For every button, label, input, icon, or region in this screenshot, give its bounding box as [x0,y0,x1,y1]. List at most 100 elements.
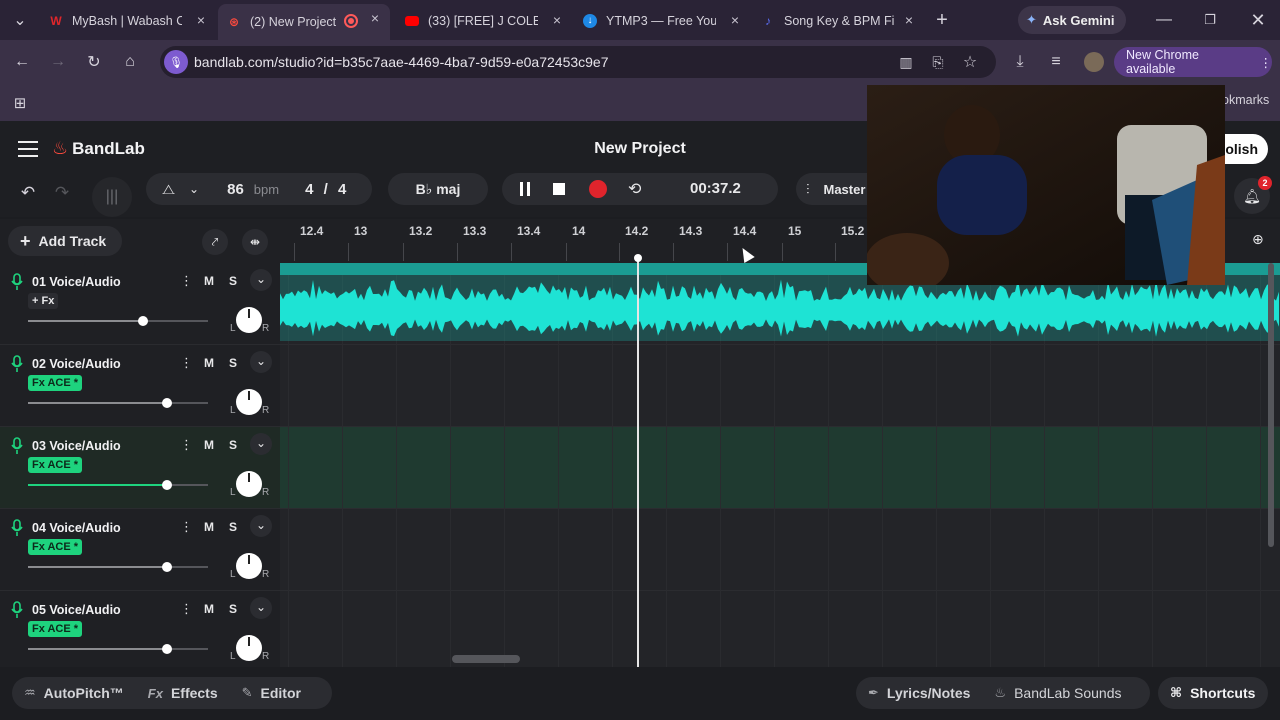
fx-badge[interactable]: Fx ACE * [28,457,83,473]
close-tab-icon[interactable]: × [728,13,742,27]
key-selector[interactable]: B♭ maj [388,173,488,205]
vertical-scrollbar[interactable] [1268,263,1274,547]
solo-button[interactable]: S [223,435,243,455]
track-name[interactable]: 04 Voice/Audio [32,521,121,535]
track-options-icon[interactable]: ⋮ [180,437,193,453]
tab-ytmp3[interactable]: ↓ YTMP3 — Free YouT × [574,6,750,36]
shortcuts-button[interactable]: ⌘ Shortcuts [1158,677,1268,709]
tab-search-chevron-icon[interactable]: ⌄ [8,8,32,32]
track-header[interactable]: 01 Voice/Audio ⋮ M S ⌄ + Fx L R [0,263,280,345]
downloads-icon[interactable]: ⤓ [1008,50,1032,74]
bandlab-logo[interactable]: ♨ BandLab [52,138,145,159]
track-name[interactable]: 03 Voice/Audio [32,439,121,453]
track-lane[interactable] [280,427,1280,509]
effects-button[interactable]: Fx Effects [136,685,230,701]
close-tab-icon[interactable]: × [368,11,382,25]
undo-icon[interactable]: ↶ [16,181,40,205]
instruments-icon[interactable]: ||| [92,177,132,217]
track-header[interactable]: 05 Voice/Audio ⋮ M S ⌄ Fx ACE * L R [0,591,280,673]
track-header[interactable]: 03 Voice/Audio ⋮ M S ⌄ Fx ACE * L R [0,427,280,509]
track-options-icon[interactable]: ⋮ [180,273,193,289]
fx-badge[interactable]: + Fx [28,293,59,309]
metronome-icon[interactable]: ⧍ [162,181,175,198]
add-track-button[interactable]: + Add Track [8,226,122,256]
new-tab-icon[interactable]: + [930,8,954,32]
new-chrome-available-button[interactable]: New Chrome available ⋮ [1114,47,1272,77]
mute-button[interactable]: M [199,271,219,291]
close-tab-icon[interactable]: × [902,13,916,27]
home-icon[interactable]: ⌂ [118,50,142,74]
mute-button[interactable]: M [199,599,219,619]
record-button[interactable] [589,180,607,198]
tab-mybash[interactable]: W MyBash | Wabash C × [40,6,216,36]
pan-knob[interactable] [236,553,262,579]
back-icon[interactable]: ← [10,50,34,74]
site-info-icon[interactable]: 🎙 [164,50,188,74]
loop-icon[interactable]: ⟲ [628,179,641,199]
notifications-button[interactable]: 🔔︎ 2 [1234,176,1272,214]
track-lane[interactable] [280,509,1280,591]
fx-badge[interactable]: Fx ACE * [28,375,83,391]
close-tab-icon[interactable]: × [550,13,564,27]
timeline[interactable]: 12.4 13 13.2 13.3 13.4 14 14.2 14.3 14.4 15 15.2 ⊕ [280,219,1280,667]
tab-new-project[interactable]: ⊛ (2) New Project × [218,4,390,40]
playhead-handle[interactable] [634,254,642,262]
track-options-icon[interactable]: ⋮ [180,519,193,535]
playhead[interactable] [637,255,639,667]
track-expand-icon[interactable]: ⌄ [250,515,272,537]
pan-knob[interactable] [236,471,262,497]
bpm-value[interactable]: 86 [227,181,244,198]
time-signature[interactable]: 4 / 4 [305,181,346,198]
fx-badge[interactable]: Fx ACE * [28,539,83,555]
volume-slider[interactable] [28,480,208,490]
ask-gemini-button[interactable]: ✦ Ask Gemini [1018,6,1126,34]
volume-knob[interactable] [162,480,172,490]
track-lane[interactable] [280,591,1280,667]
reader-mode-icon[interactable]: ▥ [894,50,918,74]
volume-knob[interactable] [162,398,172,408]
media-controls-icon[interactable]: ≡ [1044,50,1068,74]
volume-slider[interactable] [28,562,208,572]
volume-knob[interactable] [162,562,172,572]
tab-youtube[interactable]: (33) [FREE] J COLE T × [396,6,572,36]
tab-song-key[interactable]: ♪ Song Key & BPM Fi × [752,6,924,36]
volume-slider[interactable] [28,644,208,654]
bandlab-sounds-button[interactable]: ♨ BandLab Sounds [982,685,1133,701]
track-header[interactable]: 04 Voice/Audio ⋮ M S ⌄ Fx ACE * L R [0,509,280,591]
track-lane[interactable] [280,345,1280,427]
minimize-icon[interactable]: — [1152,8,1176,32]
pause-button[interactable] [519,182,531,196]
apps-grid-icon[interactable]: ⊞ [8,91,32,115]
volume-slider[interactable] [28,316,208,326]
autopitch-button[interactable]: ♒ AutoPitch™ [12,685,136,701]
hamburger-menu-icon[interactable] [18,141,38,157]
mute-button[interactable]: M [199,353,219,373]
close-window-icon[interactable]: ✕ [1246,8,1270,32]
metronome-dropdown-icon[interactable]: ⌄ [189,182,199,196]
track-expand-icon[interactable]: ⌄ [250,269,272,291]
stop-button[interactable] [553,183,565,195]
horizontal-scrollbar[interactable] [452,655,520,663]
omnibox[interactable]: 🎙 bandlab.com/studio?id=b35c7aae-4469-4b… [160,46,996,78]
more-menu-icon[interactable]: ⋮ [1260,55,1273,70]
lyrics-notes-button[interactable]: ✒ Lyrics/Notes [856,685,982,701]
solo-button[interactable]: S [223,517,243,537]
track-options-icon[interactable]: ⋮ [180,355,193,371]
mute-button[interactable]: M [199,435,219,455]
editor-button[interactable]: ✎ Editor [230,685,313,701]
fit-tracks-icon[interactable]: ⇼ [242,229,268,255]
project-title[interactable]: New Project [560,140,720,158]
zoom-icon[interactable]: ⊕ [1252,231,1264,248]
solo-button[interactable]: S [223,599,243,619]
volume-knob[interactable] [162,644,172,654]
profile-avatar[interactable] [1084,52,1104,72]
track-expand-icon[interactable]: ⌄ [250,351,272,373]
solo-button[interactable]: S [223,271,243,291]
track-expand-icon[interactable]: ⌄ [250,597,272,619]
track-name[interactable]: 02 Voice/Audio [32,357,121,371]
volume-slider[interactable] [28,398,208,408]
reload-icon[interactable]: ↻ [82,50,106,74]
pan-knob[interactable] [236,307,262,333]
all-bookmarks-label[interactable]: okmarks [1222,93,1269,107]
solo-button[interactable]: S [223,353,243,373]
